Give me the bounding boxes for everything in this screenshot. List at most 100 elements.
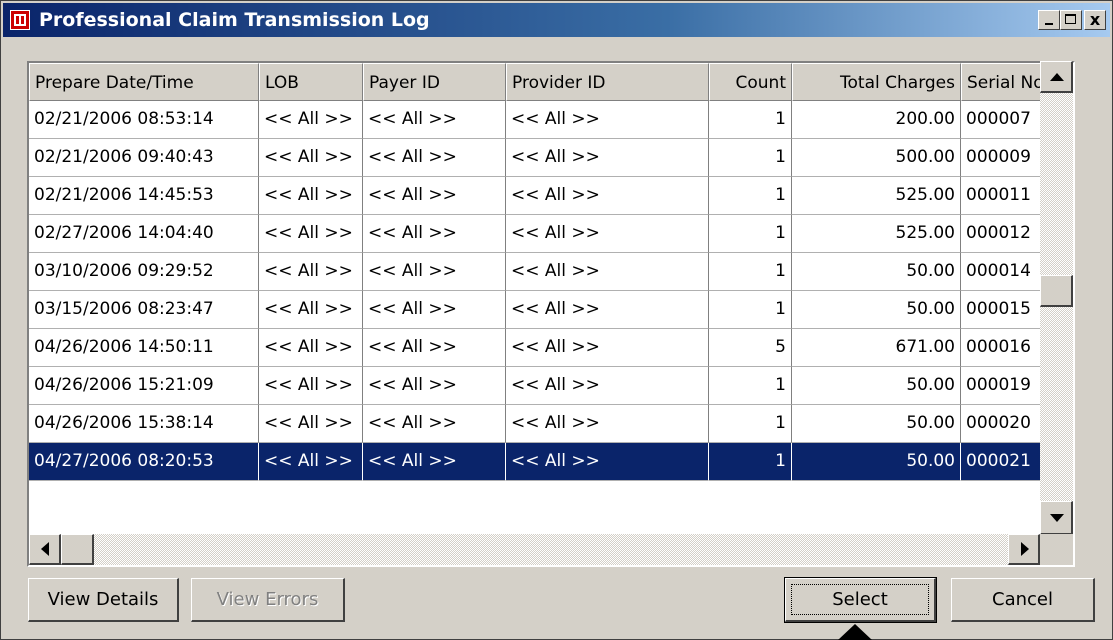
cell-lob: << All >> (259, 291, 363, 329)
cell-prepare-datetime: 02/21/2006 09:40:43 (29, 139, 259, 177)
col-header-count[interactable]: Count (709, 63, 792, 101)
cell-total-charges: 50.00 (792, 443, 961, 481)
up-arrow-icon (1050, 73, 1064, 81)
horizontal-scroll-thumb[interactable] (61, 534, 94, 565)
cell-total-charges: 525.00 (792, 215, 961, 253)
cell-provider-id: << All >> (506, 177, 709, 215)
col-header-provider-id[interactable]: Provider ID (506, 63, 709, 101)
mouse-pointer-icon (838, 624, 872, 640)
cell-prepare-datetime: 02/27/2006 14:04:40 (29, 215, 259, 253)
cell-total-charges: 500.00 (792, 139, 961, 177)
table-row[interactable]: 04/26/2006 15:21:09 << All >> << All >> << … (29, 367, 1073, 405)
scrollbar-corner (1040, 534, 1073, 565)
cell-count: 1 (709, 139, 792, 177)
cell-lob: << All >> (259, 405, 363, 443)
cell-lob: << All >> (259, 139, 363, 177)
grid-header: Prepare Date/Time LOB Payer ID Provider ID C… (29, 63, 1073, 101)
cell-payer-id: << All >> (363, 329, 506, 367)
cell-payer-id: << All >> (363, 215, 506, 253)
cell-payer-id: << All >> (363, 367, 506, 405)
minimize-button[interactable] (1038, 10, 1060, 30)
cell-lob: << All >> (259, 329, 363, 367)
select-button[interactable]: Select (784, 577, 937, 623)
cell-prepare-datetime: 04/26/2006 14:50:11 (29, 329, 259, 367)
cell-total-charges: 525.00 (792, 177, 961, 215)
cell-total-charges: 50.00 (792, 367, 961, 405)
col-header-payer-id[interactable]: Payer ID (363, 63, 506, 101)
table-row[interactable]: 02/27/2006 14:04:40 << All >> << All >> << … (29, 215, 1073, 253)
cell-payer-id: << All >> (363, 405, 506, 443)
table-row[interactable]: 02/21/2006 14:45:53 << All >> << All >> << … (29, 177, 1073, 215)
cell-payer-id: << All >> (363, 139, 506, 177)
table-row[interactable]: 03/10/2006 09:29:52 << All >> << All >> << … (29, 253, 1073, 291)
cell-payer-id: << All >> (363, 101, 506, 139)
cell-count: 1 (709, 291, 792, 329)
cell-lob: << All >> (259, 177, 363, 215)
vertical-scrollbar[interactable] (1040, 61, 1073, 535)
cancel-button[interactable]: Cancel (951, 578, 1095, 622)
cell-total-charges: 50.00 (792, 405, 961, 443)
cell-prepare-datetime: 04/27/2006 08:20:53 (29, 443, 259, 481)
cell-prepare-datetime: 02/21/2006 14:45:53 (29, 177, 259, 215)
maximize-button[interactable] (1060, 10, 1082, 30)
table-row[interactable]: 04/26/2006 14:50:11 << All >> << All >> << … (29, 329, 1073, 367)
cell-total-charges: 200.00 (792, 101, 961, 139)
cell-payer-id: << All >> (363, 443, 506, 481)
cell-total-charges: 50.00 (792, 253, 961, 291)
cell-provider-id: << All >> (506, 253, 709, 291)
scroll-right-button[interactable] (1008, 534, 1040, 565)
window-title: Professional Claim Transmission Log (39, 9, 430, 31)
cell-lob: << All >> (259, 253, 363, 291)
table-row[interactable]: 04/26/2006 15:38:14 << All >> << All >> << … (29, 405, 1073, 443)
scroll-left-button[interactable] (29, 534, 61, 565)
title-bar[interactable]: Professional Claim Transmission Log x (3, 3, 1110, 37)
cell-payer-id: << All >> (363, 253, 506, 291)
table-row[interactable]: 04/27/2006 08:20:53 << All >> << All >> << … (29, 443, 1073, 481)
cell-count: 1 (709, 443, 792, 481)
scroll-up-button[interactable] (1040, 61, 1073, 93)
scroll-down-button[interactable] (1040, 501, 1073, 535)
cell-provider-id: << All >> (506, 443, 709, 481)
transmission-grid[interactable]: Prepare Date/Time LOB Payer ID Provider ID C… (27, 61, 1075, 567)
cell-payer-id: << All >> (363, 291, 506, 329)
right-arrow-icon (1021, 542, 1029, 556)
close-button[interactable]: x (1084, 10, 1106, 30)
cell-provider-id: << All >> (506, 405, 709, 443)
app-icon (10, 10, 30, 30)
col-header-total-charges[interactable]: Total Charges (792, 63, 961, 101)
grid-rows: 02/21/2006 08:53:14 << All >> << All >> << … (29, 101, 1073, 481)
vertical-scroll-thumb[interactable] (1040, 275, 1073, 307)
cell-payer-id: << All >> (363, 177, 506, 215)
cell-provider-id: << All >> (506, 215, 709, 253)
table-row[interactable]: 02/21/2006 08:53:14 << All >> << All >> << … (29, 101, 1073, 139)
col-header-prepare-datetime[interactable]: Prepare Date/Time (29, 63, 259, 101)
col-header-lob[interactable]: LOB (259, 63, 363, 101)
cell-provider-id: << All >> (506, 101, 709, 139)
cell-count: 1 (709, 177, 792, 215)
cell-provider-id: << All >> (506, 367, 709, 405)
cell-count: 1 (709, 405, 792, 443)
cell-count: 1 (709, 101, 792, 139)
cell-count: 1 (709, 253, 792, 291)
cell-prepare-datetime: 03/15/2006 08:23:47 (29, 291, 259, 329)
cell-lob: << All >> (259, 215, 363, 253)
cell-count: 1 (709, 367, 792, 405)
cell-prepare-datetime: 02/21/2006 08:53:14 (29, 101, 259, 139)
cell-total-charges: 50.00 (792, 291, 961, 329)
table-row[interactable]: 03/15/2006 08:23:47 << All >> << All >> << … (29, 291, 1073, 329)
left-arrow-icon (41, 542, 49, 556)
cell-lob: << All >> (259, 443, 363, 481)
view-details-button[interactable]: View Details (28, 578, 179, 622)
cell-lob: << All >> (259, 101, 363, 139)
cell-provider-id: << All >> (506, 329, 709, 367)
cell-lob: << All >> (259, 367, 363, 405)
view-errors-button[interactable]: View Errors (191, 578, 345, 622)
horizontal-scrollbar[interactable] (29, 534, 1040, 565)
cell-provider-id: << All >> (506, 291, 709, 329)
cell-prepare-datetime: 03/10/2006 09:29:52 (29, 253, 259, 291)
table-row[interactable]: 02/21/2006 09:40:43 << All >> << All >> << … (29, 139, 1073, 177)
cell-provider-id: << All >> (506, 139, 709, 177)
cell-count: 1 (709, 215, 792, 253)
cell-prepare-datetime: 04/26/2006 15:38:14 (29, 405, 259, 443)
down-arrow-icon (1050, 514, 1064, 522)
